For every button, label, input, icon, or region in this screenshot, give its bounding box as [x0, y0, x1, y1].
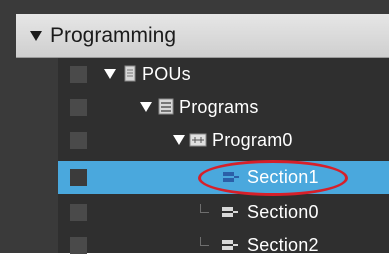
tree-item-program0[interactable]: Program0	[58, 124, 389, 157]
tree-connector	[200, 237, 209, 246]
collapse-triangle-icon[interactable]	[30, 30, 42, 42]
row-checkbox[interactable]	[70, 66, 87, 83]
row-checkbox[interactable]	[70, 99, 87, 116]
programs-icon	[158, 98, 174, 115]
tree-item-label: Program0	[212, 130, 293, 150]
expand-triangle-icon[interactable]	[140, 102, 152, 113]
row-checkbox[interactable]	[70, 132, 87, 149]
pous-icon	[124, 65, 136, 82]
expand-triangle-icon[interactable]	[173, 135, 185, 146]
project-tree: POUs Programs Program0 Section1 Section0…	[58, 58, 389, 255]
program-icon	[189, 133, 207, 147]
row-checkbox[interactable]	[70, 237, 87, 254]
tree-item-label: Section1	[247, 167, 319, 187]
tree-item-section2[interactable]: Section2	[58, 229, 389, 262]
tree-item-section0[interactable]: Section0	[58, 196, 389, 229]
section-icon	[223, 172, 239, 182]
tree-item-label: Section0	[247, 202, 319, 222]
programming-header[interactable]: Programming	[16, 14, 389, 58]
tree-item-pous[interactable]: POUs	[58, 58, 389, 91]
tree-item-label: POUs	[142, 64, 191, 84]
row-checkbox[interactable]	[70, 204, 87, 221]
project-panel: Programming POUs Programs Program0 Secti…	[0, 0, 389, 255]
tree-connector	[200, 204, 209, 213]
section-icon	[222, 240, 238, 250]
expand-triangle-icon[interactable]	[104, 69, 116, 80]
header-title: Programming	[50, 23, 177, 47]
tree-item-programs[interactable]: Programs	[58, 91, 389, 124]
tree-item-section1[interactable]: Section1	[58, 161, 389, 194]
section-icon	[222, 207, 238, 217]
row-checkbox[interactable]	[70, 169, 87, 186]
tree-item-label: Programs	[179, 97, 259, 117]
